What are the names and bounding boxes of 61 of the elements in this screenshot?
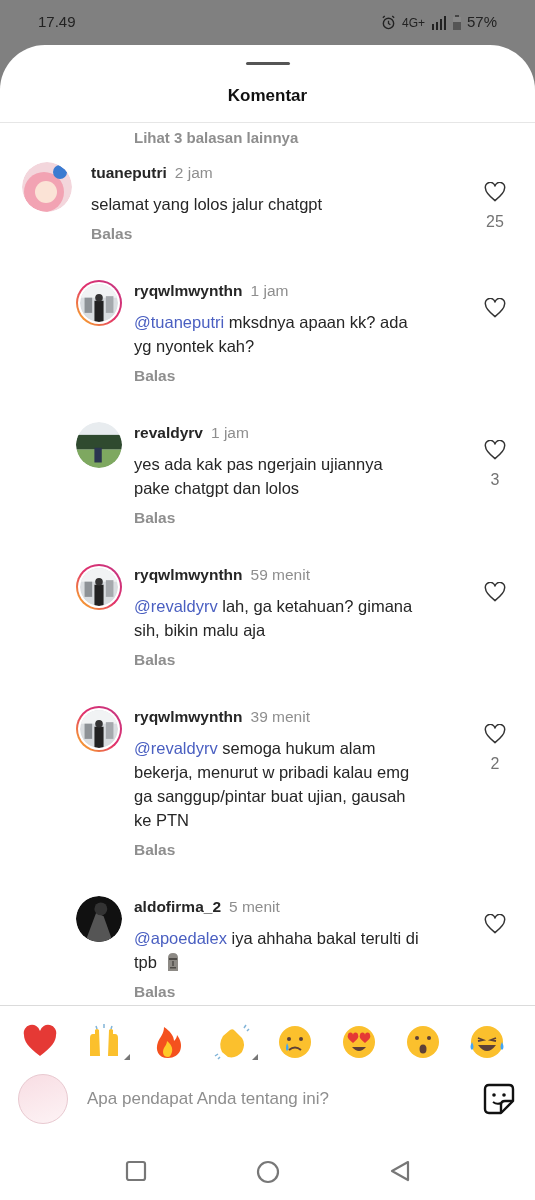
reply-button[interactable]: Balas (134, 366, 176, 386)
comment-time: 59 menit (250, 565, 310, 585)
heart-icon[interactable] (484, 440, 506, 460)
story-ring[interactable] (76, 280, 122, 326)
comment-time: 2 jam (174, 163, 213, 183)
network-type: 4G+ (401, 14, 425, 32)
surprised-face-icon[interactable] (405, 1024, 442, 1060)
comment-text: @revaldyrv semoga hukum alam bekerja, menurut w pribadi kalau emg ga sanggup/pintar buat ujian, gausah ke PTN (134, 738, 411, 831)
battery-percent: 57% (466, 12, 497, 33)
heart-eyes-face-icon[interactable] (341, 1024, 378, 1060)
mention-link[interactable]: @apoedalex (134, 929, 227, 947)
like-count: 25 (486, 212, 504, 232)
sheet-title: Komentar (227, 85, 308, 107)
heart-icon[interactable] (484, 724, 506, 744)
mention-link[interactable]: @tuaneputri (134, 313, 225, 331)
story-ring[interactable] (76, 706, 122, 752)
comment-time: 5 menit (229, 897, 280, 917)
mention-link[interactable]: @revaldyrv (134, 739, 218, 757)
comment-time: 39 menit (250, 707, 310, 727)
heart-icon[interactable] (484, 582, 506, 602)
username[interactable]: revaldyrv (134, 422, 203, 444)
comment-input[interactable]: Apa pendapat Anda tentang ini? (87, 1086, 473, 1112)
heart-icon[interactable] (484, 182, 506, 202)
comment-time: 1 jam (250, 281, 289, 301)
home-icon[interactable] (256, 1160, 281, 1184)
story-ring[interactable] (76, 564, 122, 610)
recent-apps-icon[interactable] (124, 1160, 147, 1182)
view-more-replies-link[interactable]: Lihat 3 balasan lainnya (134, 129, 299, 147)
comment-time: 1 jam (210, 423, 249, 443)
mention-link[interactable]: @revaldyrv (134, 597, 218, 615)
reply-button[interactable]: Balas (134, 982, 176, 1002)
crying-face-icon[interactable] (277, 1024, 314, 1060)
comment-text: selamat yang lolos jalur chatgpt (91, 194, 323, 215)
username[interactable]: ryqwlmwynthn (134, 706, 243, 728)
username[interactable]: ryqwlmwynthn (134, 564, 243, 586)
back-icon[interactable] (390, 1160, 411, 1182)
comment-text: @tuaneputri mksdnya apaan kk? ada yg nyontek kah? (134, 312, 409, 357)
username[interactable]: ryqwlmwynthn (134, 280, 243, 302)
heart-icon[interactable] (484, 298, 506, 318)
drag-handle[interactable] (245, 62, 290, 65)
variants-indicator-icon (251, 1054, 258, 1060)
alarm-icon (380, 15, 396, 30)
comment-text: @apoedalex iya ahhaha bakal terulti di tpb (134, 928, 420, 974)
reply-button[interactable]: Balas (134, 840, 176, 860)
laughing-face-icon[interactable] (468, 1024, 505, 1060)
username[interactable]: aldofirma_2 (134, 896, 221, 918)
comment-text: @revaldyrv lah, ga ketahuan? gimana sih, bikin malu aja (134, 596, 414, 641)
reply-button[interactable]: Balas (134, 508, 176, 528)
username[interactable]: tuaneputri (91, 162, 167, 184)
comment-text: yes ada kak pas ngerjain ujiannya pake chatgpt dan lolos (134, 454, 384, 499)
user-avatar (18, 1074, 68, 1124)
reply-button[interactable]: Balas (134, 650, 176, 670)
battery-icon (452, 15, 461, 30)
signal-icon (430, 15, 447, 30)
like-count: 2 (490, 754, 500, 774)
status-time: 17.49 (38, 12, 76, 33)
sticker-icon[interactable] (483, 1083, 515, 1115)
reply-button[interactable]: Balas (91, 224, 133, 244)
like-count: 3 (490, 470, 500, 490)
heart-icon[interactable] (484, 914, 506, 934)
variants-indicator-icon (123, 1054, 130, 1060)
